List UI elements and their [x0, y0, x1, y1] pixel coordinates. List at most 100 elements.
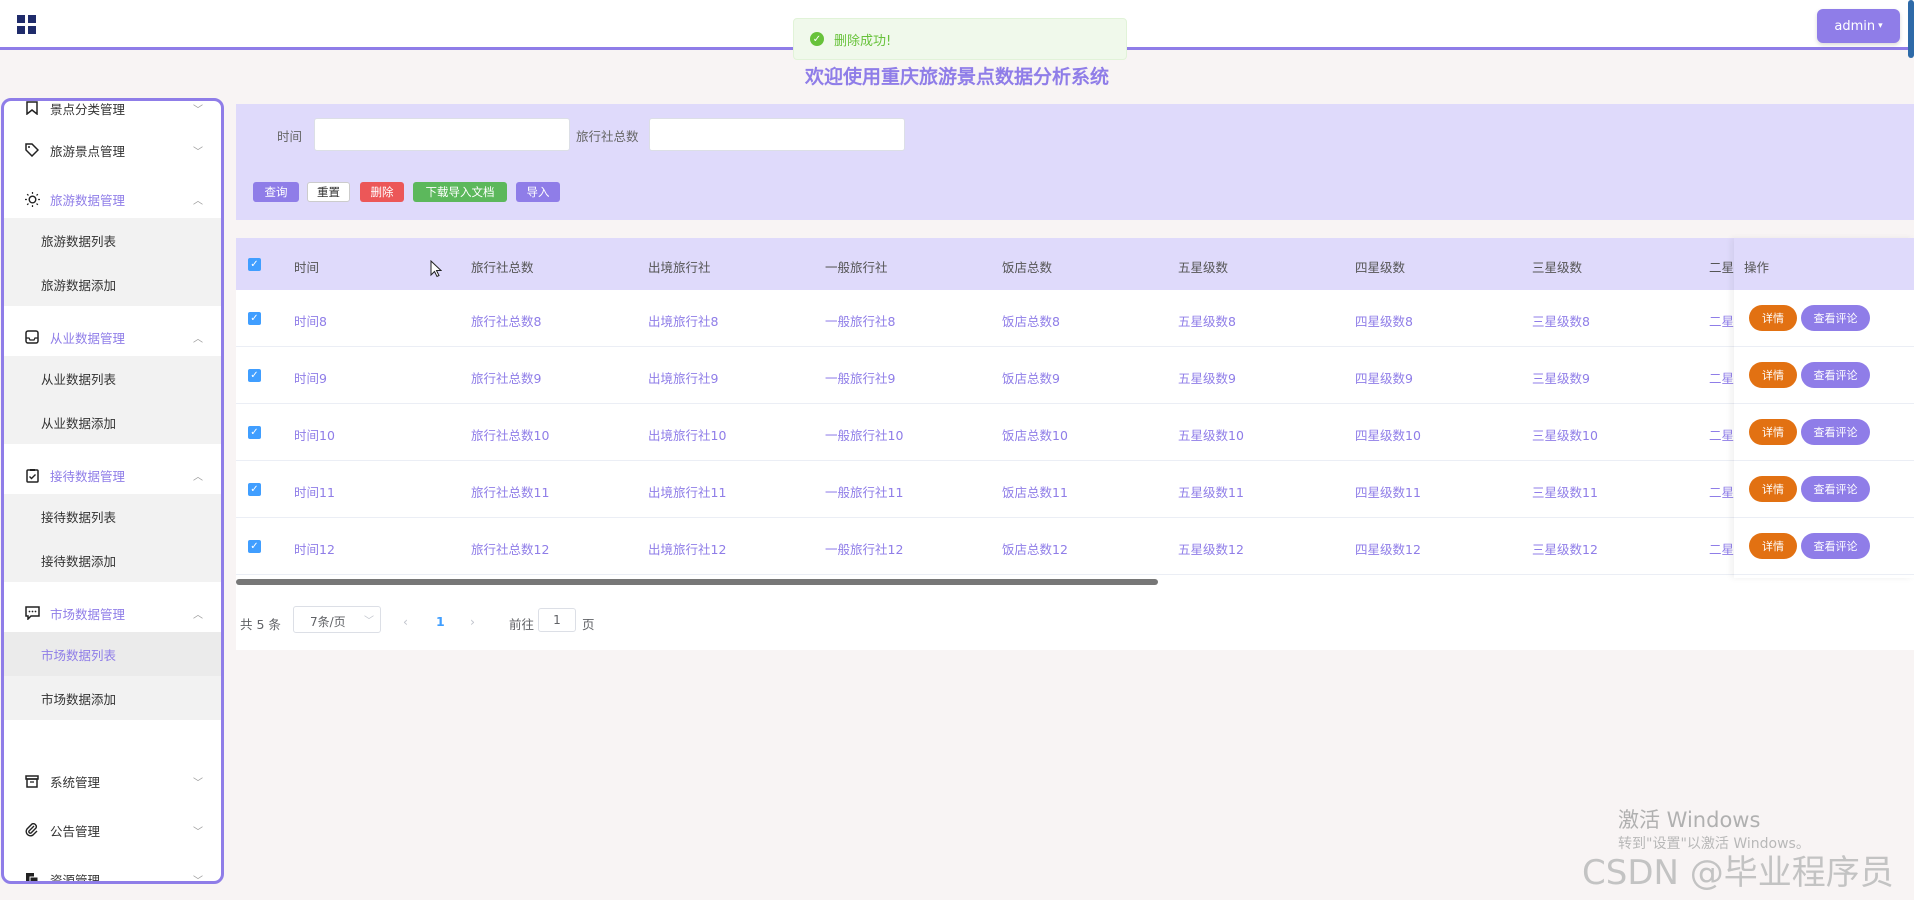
sidebar-item-reception-add[interactable]: 接待数据添加: [4, 538, 221, 582]
table-cell: 五星级数10: [1178, 428, 1244, 443]
detail-button[interactable]: 详情: [1749, 533, 1797, 559]
column-header[interactable]: 四星级数: [1355, 257, 1405, 276]
detail-button[interactable]: 详情: [1749, 476, 1797, 502]
column-header: 操作: [1744, 260, 1770, 275]
current-page[interactable]: 1: [436, 614, 445, 629]
table-cell: 四星级数8: [1355, 314, 1413, 329]
sidebar-item-reception-list[interactable]: 接待数据列表: [4, 494, 221, 538]
sidebar-item-tourism-add[interactable]: 旅游数据添加: [4, 262, 221, 306]
download-template-button[interactable]: 下载导入文档: [413, 182, 507, 202]
chevron-down-icon: ﹀: [193, 777, 203, 789]
row-checkbox[interactable]: ✓: [248, 369, 261, 382]
sidebar-item-employment-add[interactable]: 从业数据添加: [4, 400, 221, 444]
time-input[interactable]: [314, 118, 570, 151]
total-count: 共 5 条: [240, 617, 281, 632]
sidebar-item-category[interactable]: 景点分类管理 ﹀: [4, 101, 221, 128]
row-checkbox[interactable]: ✓: [248, 540, 261, 553]
sidebar-item-system[interactable]: 系统管理 ﹀: [4, 761, 221, 801]
table-row[interactable]: ✓ 时间10 旅行社总数10 出境旅行社10 一般旅行社10 饭店总数10 五星…: [236, 404, 1914, 461]
table-cell: 旅行社总数10: [471, 428, 550, 443]
mouse-cursor-icon: [430, 260, 442, 278]
chat-icon: [24, 605, 40, 621]
operations-row: 详情 查看评论: [1734, 518, 1914, 575]
table-cell: 三星级数9: [1532, 371, 1590, 386]
time-label: 时间: [277, 129, 303, 144]
page-suffix: 页: [582, 617, 595, 632]
sidebar-item-label: 旅游数据添加: [41, 277, 117, 293]
table-cell: 三星级数12: [1532, 542, 1598, 557]
table-cell: 一般旅行社9: [825, 371, 896, 386]
row-checkbox[interactable]: ✓: [248, 483, 261, 496]
view-reviews-button[interactable]: 查看评论: [1801, 362, 1870, 388]
detail-button[interactable]: 详情: [1749, 419, 1797, 445]
tag-icon: [24, 142, 40, 158]
sidebar-item-market-data[interactable]: 市场数据管理 ︿: [4, 593, 221, 633]
sidebar-item-notice[interactable]: 公告管理 ﹀: [4, 810, 221, 850]
view-reviews-button[interactable]: 查看评论: [1801, 533, 1870, 559]
table-cell: 时间10: [294, 428, 335, 443]
sidebar-item-reception-data[interactable]: 接待数据管理 ︿: [4, 455, 221, 495]
table-cell: 时间9: [294, 371, 327, 386]
chevron-up-icon: ︿: [193, 609, 203, 621]
row-checkbox[interactable]: ✓: [248, 426, 261, 439]
table-header: ✓ 时间 旅行社总数 出境旅行社 一般旅行社 饭店总数 五星级数 四星级数 三星…: [236, 238, 1914, 290]
view-reviews-button[interactable]: 查看评论: [1801, 305, 1870, 331]
bookmark-icon: [24, 101, 40, 116]
sidebar-item-tourism-data[interactable]: 旅游数据管理 ︿: [4, 179, 221, 219]
row-checkbox[interactable]: ✓: [248, 312, 261, 325]
chevron-up-icon: ︿: [193, 471, 203, 483]
table-cell: 饭店总数12: [1002, 542, 1068, 557]
sidebar-item-employment-data[interactable]: 从业数据管理 ︿: [4, 317, 221, 357]
delete-button[interactable]: 删除: [360, 182, 404, 202]
sidebar-item-market-list[interactable]: 市场数据列表: [4, 632, 221, 676]
sidebar-item-employment-list[interactable]: 从业数据列表: [4, 356, 221, 400]
table-row[interactable]: ✓ 时间8 旅行社总数8 出境旅行社8 一般旅行社8 饭店总数8 五星级数8 四…: [236, 290, 1914, 347]
reset-button[interactable]: 重置: [307, 182, 350, 202]
sidebar-item-label: 市场数据列表: [41, 647, 117, 663]
table-cell: 三星级数8: [1532, 314, 1590, 329]
csdn-watermark: CSDN @毕业程序员: [1582, 853, 1894, 893]
column-header[interactable]: 五星级数: [1178, 257, 1228, 276]
sidebar-item-label: 接待数据列表: [41, 509, 117, 525]
column-header[interactable]: 旅行社总数: [471, 257, 534, 276]
view-reviews-button[interactable]: 查看评论: [1801, 476, 1870, 502]
next-page-icon[interactable]: ›: [470, 614, 475, 629]
detail-button[interactable]: 详情: [1749, 362, 1797, 388]
detail-button[interactable]: 详情: [1749, 305, 1797, 331]
menu-grid-icon[interactable]: [17, 15, 37, 35]
table-row[interactable]: ✓ 时间12 旅行社总数12 出境旅行社12 一般旅行社12 饭店总数12 五星…: [236, 518, 1914, 575]
sidebar-item-attractions[interactable]: 旅游景点管理 ﹀: [4, 130, 221, 170]
user-menu-button[interactable]: admin ▾: [1817, 9, 1900, 43]
goto-page-input[interactable]: 1: [538, 608, 576, 632]
table-row[interactable]: ✓ 时间11 旅行社总数11 出境旅行社11 一般旅行社11 饭店总数11 五星…: [236, 461, 1914, 518]
query-button[interactable]: 查询: [253, 182, 299, 202]
column-header[interactable]: 出境旅行社: [648, 257, 711, 276]
sidebar-item-tourism-list[interactable]: 旅游数据列表: [4, 218, 221, 262]
column-header[interactable]: 时间: [294, 257, 319, 276]
operations-row: 详情 查看评论: [1734, 290, 1914, 347]
column-header[interactable]: 饭店总数: [1002, 257, 1052, 276]
table-cell: 出境旅行社10: [648, 428, 727, 443]
column-header[interactable]: 三星级数: [1532, 257, 1582, 276]
toast-message: 删除成功!: [834, 33, 892, 49]
agency-total-input[interactable]: [649, 118, 905, 151]
sidebar-item-label: 旅游数据列表: [41, 233, 117, 249]
sidebar-item-resource[interactable]: 资源管理 ﹀: [4, 859, 221, 881]
table-cell: 一般旅行社8: [825, 314, 896, 329]
sidebar-item-market-add[interactable]: 市场数据添加: [4, 676, 221, 720]
prev-page-icon[interactable]: ‹: [403, 614, 408, 629]
table-cell: 五星级数9: [1178, 371, 1236, 386]
horizontal-scrollbar[interactable]: [236, 579, 1158, 585]
table-row[interactable]: ✓ 时间9 旅行社总数9 出境旅行社9 一般旅行社9 饭店总数9 五星级数9 四…: [236, 347, 1914, 404]
sidebar-item-label: 旅游景点管理: [50, 143, 126, 159]
chevron-up-icon: ︿: [193, 195, 203, 207]
table-cell: 四星级数11: [1355, 485, 1421, 500]
import-button[interactable]: 导入: [516, 182, 560, 202]
page-size-value: 7条/页: [310, 615, 346, 629]
table-cell: 一般旅行社10: [825, 428, 904, 443]
select-all-checkbox[interactable]: ✓: [248, 258, 261, 271]
page-size-select[interactable]: 7条/页 ﹀: [293, 606, 381, 633]
column-header[interactable]: 一般旅行社: [825, 257, 888, 276]
view-reviews-button[interactable]: 查看评论: [1801, 419, 1870, 445]
operations-header: 操作: [1734, 238, 1914, 290]
